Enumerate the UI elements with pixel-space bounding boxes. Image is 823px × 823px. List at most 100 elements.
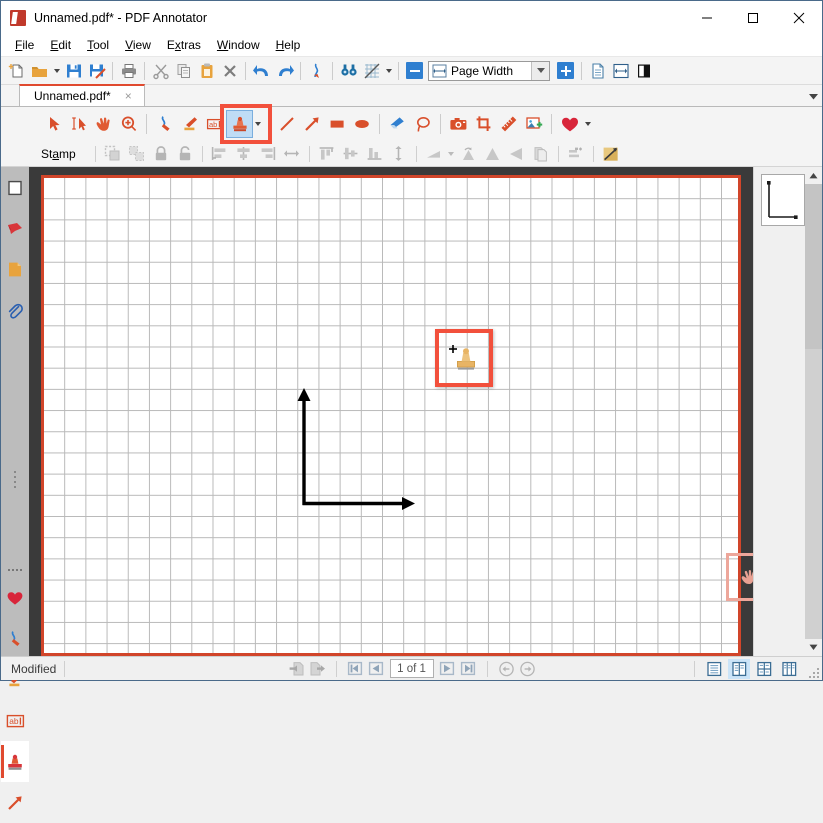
open-dropdown-caret-icon[interactable] — [51, 59, 62, 82]
close-tab-icon[interactable]: × — [125, 89, 132, 103]
align-bottom-button[interactable] — [363, 143, 387, 165]
page-thumbnail[interactable] — [761, 174, 805, 226]
align-middle-button[interactable] — [339, 143, 363, 165]
insert-image-tool[interactable] — [521, 111, 546, 137]
vertical-scrollbar[interactable] — [805, 167, 822, 656]
resize-grip[interactable] — [807, 666, 819, 678]
pdf-page[interactable] — [41, 175, 753, 656]
close-button[interactable] — [776, 1, 822, 34]
minimize-button[interactable] — [684, 1, 730, 34]
fit-page-button[interactable] — [586, 59, 609, 82]
delete-button[interactable] — [218, 59, 241, 82]
distribute-horizontally-button[interactable] — [280, 143, 304, 165]
highlighter-tool[interactable] — [177, 111, 202, 137]
last-page-button[interactable] — [458, 659, 479, 678]
sidebar-item-arrow[interactable] — [1, 782, 29, 823]
sidebar-item-stamp[interactable] — [1, 741, 29, 782]
view-mode-single[interactable] — [703, 659, 725, 679]
sidebar-item-favorites[interactable] — [1, 577, 29, 618]
sidebar-item-pages[interactable] — [1, 167, 29, 208]
view-mode-facing[interactable] — [753, 659, 775, 679]
scroll-up-button[interactable] — [805, 167, 822, 184]
snapshot-tool[interactable] — [446, 111, 471, 137]
zoom-in-button[interactable] — [554, 59, 577, 82]
select-tool[interactable] — [41, 111, 66, 137]
distribute-vertically-button[interactable] — [387, 143, 411, 165]
duplicate-button[interactable] — [529, 143, 553, 165]
page-number-input[interactable]: 1 of 1 — [389, 659, 434, 678]
sidebar-splitter-grip[interactable] — [1, 467, 29, 491]
document-tab[interactable]: Unnamed.pdf* × — [19, 84, 145, 106]
zoom-out-button[interactable] — [403, 59, 426, 82]
arrow-tool[interactable] — [299, 111, 324, 137]
favorites-tool[interactable] — [557, 111, 582, 137]
fit-width-button[interactable] — [609, 59, 632, 82]
line-tool[interactable] — [274, 111, 299, 137]
previous-view-button[interactable] — [286, 659, 307, 678]
sidebar-item-textbox[interactable]: ab — [1, 700, 29, 741]
menu-edit[interactable]: Edit — [42, 35, 79, 56]
lock-button[interactable] — [149, 143, 173, 165]
unlock-button[interactable] — [173, 143, 197, 165]
align-left-button[interactable] — [208, 143, 232, 165]
maximize-button[interactable] — [730, 1, 776, 34]
scrollbar-track[interactable] — [805, 184, 822, 639]
hand-tool[interactable] — [91, 111, 116, 137]
copy-button[interactable] — [172, 59, 195, 82]
redo-button[interactable] — [273, 59, 296, 82]
document-canvas[interactable] — [29, 167, 753, 656]
zoom-dropdown-caret-icon[interactable] — [531, 61, 549, 80]
color-button[interactable] — [599, 143, 623, 165]
eraser-tool[interactable] — [385, 111, 410, 137]
scrollbar-thumb[interactable] — [805, 184, 822, 349]
ungroup-button[interactable] — [125, 143, 149, 165]
ellipse-tool[interactable] — [349, 111, 374, 137]
menu-file[interactable]: File — [7, 35, 42, 56]
save-as-button[interactable] — [85, 59, 108, 82]
crop-tool[interactable] — [471, 111, 496, 137]
find-button[interactable] — [337, 59, 360, 82]
axes-annotation[interactable] — [296, 383, 426, 513]
menu-tool[interactable]: Tool — [79, 35, 117, 56]
textbox-tool[interactable]: ab — [202, 111, 227, 137]
pen-settings-button[interactable] — [305, 59, 328, 82]
rectangle-tool[interactable] — [324, 111, 349, 137]
full-screen-button[interactable] — [632, 59, 655, 82]
stamp-tool[interactable] — [226, 110, 253, 138]
next-page-button[interactable] — [437, 659, 458, 678]
view-mode-continuous[interactable] — [728, 658, 750, 679]
rotate-button[interactable] — [422, 143, 446, 165]
group-button[interactable] — [101, 143, 125, 165]
flip-horizontal-button[interactable] — [505, 143, 529, 165]
align-top-button[interactable] — [315, 143, 339, 165]
sidebar-item-attachments[interactable] — [1, 290, 29, 331]
first-page-button[interactable] — [345, 659, 366, 678]
align-center-button[interactable] — [232, 143, 256, 165]
print-button[interactable] — [117, 59, 140, 82]
paper-style-button[interactable] — [360, 59, 383, 82]
pen-tool[interactable] — [152, 111, 177, 137]
stamp-dropdown-caret-icon[interactable] — [252, 113, 263, 136]
favorites-dropdown-caret-icon[interactable] — [582, 113, 593, 136]
next-view-button[interactable] — [307, 659, 328, 678]
sidebar-item-bookmarks[interactable] — [1, 208, 29, 249]
new-document-button[interactable] — [5, 59, 28, 82]
back-button[interactable] — [496, 659, 517, 678]
menu-view[interactable]: View — [117, 35, 159, 56]
undo-button[interactable] — [250, 59, 273, 82]
menu-help[interactable]: Help — [268, 35, 309, 56]
flip-vertical-button[interactable] — [481, 143, 505, 165]
arrange-order-button[interactable] — [564, 143, 588, 165]
open-document-button[interactable] — [28, 59, 51, 82]
cut-button[interactable] — [149, 59, 172, 82]
scroll-down-button[interactable] — [805, 639, 822, 656]
menu-window[interactable]: Window — [209, 35, 268, 56]
tab-list-caret-icon[interactable] — [809, 89, 818, 103]
ruler-tool[interactable] — [496, 111, 521, 137]
sidebar-item-notes[interactable] — [1, 249, 29, 290]
text-select-tool[interactable] — [66, 111, 91, 137]
sidebar-item-pen[interactable] — [1, 618, 29, 659]
rotate-right-button[interactable] — [457, 143, 481, 165]
paper-style-dropdown-caret-icon[interactable] — [383, 59, 394, 82]
forward-button[interactable] — [517, 659, 538, 678]
